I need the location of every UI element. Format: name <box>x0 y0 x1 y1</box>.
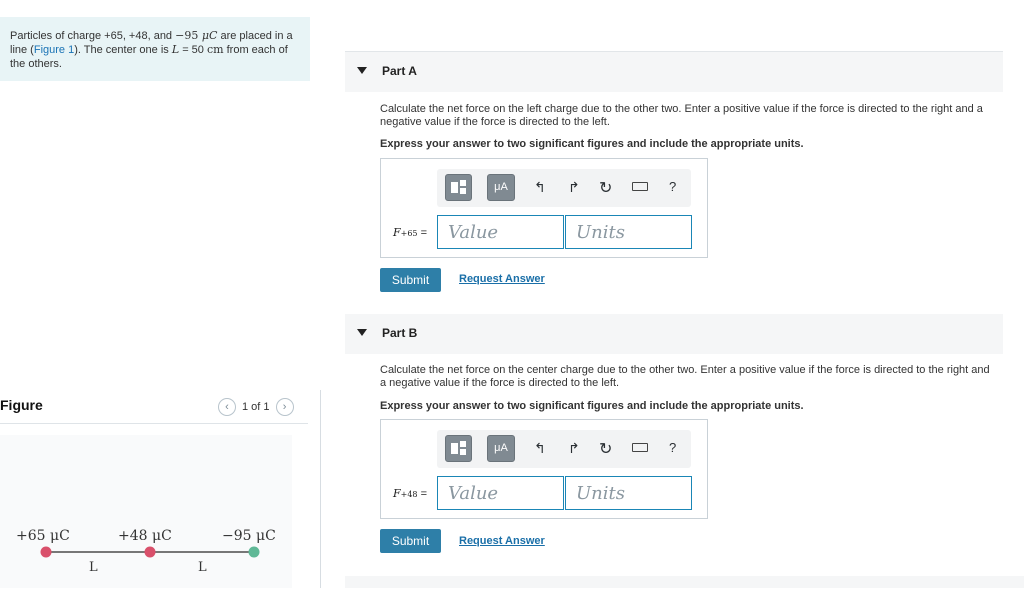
value-input[interactable]: Value <box>437 215 564 249</box>
label-L1: L <box>89 560 98 575</box>
units-input[interactable]: Units <box>565 476 692 510</box>
part-a-instruction: Express your answer to two significant f… <box>380 138 804 150</box>
part-a-request-answer-link[interactable]: Request Answer <box>459 273 545 285</box>
part-b-header[interactable]: Part B <box>345 314 1003 354</box>
value-input[interactable]: Value <box>437 476 564 510</box>
templates-icon[interactable] <box>445 435 472 462</box>
figure-title: Figure <box>0 397 43 413</box>
figure-pager: ‹ 1 of 1 › <box>218 397 294 417</box>
part-a-header[interactable]: Part A <box>345 52 1003 92</box>
redo-icon[interactable]: ↱ <box>568 179 580 196</box>
help-icon[interactable]: ? <box>669 179 676 194</box>
part-b-request-answer-link[interactable]: Request Answer <box>459 535 545 547</box>
collapse-triangle-icon[interactable] <box>357 329 367 336</box>
part-b-question: Calculate the net force on the center ch… <box>380 364 990 389</box>
figure-page-count: 1 of 1 <box>242 401 270 413</box>
math-toolbar: μA ↰ ↱ ↻ ? <box>437 169 691 207</box>
charge-diagram: +65 μC +48 μC −95 μC L L <box>16 528 276 575</box>
part-b-title: Part B <box>382 326 418 340</box>
units-icon[interactable]: μA <box>487 174 515 201</box>
keyboard-icon[interactable] <box>632 443 648 452</box>
undo-icon[interactable]: ↰ <box>534 179 546 196</box>
math-toolbar: μA ↰ ↱ ↻ ? <box>437 430 691 468</box>
charge-center <box>144 546 156 558</box>
part-a-answer-box: μA ↰ ↱ ↻ ? F+65 = Value Units <box>380 158 708 258</box>
chevron-right-icon[interactable]: › <box>275 398 294 416</box>
reset-icon[interactable]: ↻ <box>599 178 612 198</box>
collapse-triangle-icon[interactable] <box>357 67 367 74</box>
figure-divider <box>0 423 308 424</box>
chevron-left-icon[interactable]: ‹ <box>218 398 236 416</box>
part-b-variable: F+48 = <box>393 487 428 500</box>
templates-icon[interactable] <box>445 174 472 201</box>
part-a-title: Part A <box>382 64 417 78</box>
problem-statement: Particles of charge +65, +48, and −95 μC… <box>0 17 310 81</box>
part-b-submit-button[interactable]: Submit <box>380 529 441 553</box>
label-q2: +48 μC <box>118 528 172 544</box>
part-a-question: Calculate the net force on the left char… <box>380 103 983 128</box>
reset-icon[interactable]: ↻ <box>599 439 612 459</box>
charge-right <box>248 546 260 558</box>
next-part-header <box>345 576 1024 588</box>
units-icon[interactable]: μA <box>487 435 515 462</box>
undo-icon[interactable]: ↰ <box>534 440 546 457</box>
part-a-submit-button[interactable]: Submit <box>380 268 441 292</box>
label-q1: +65 μC <box>16 528 70 544</box>
units-input[interactable]: Units <box>565 215 692 249</box>
charge-left <box>40 546 52 558</box>
redo-icon[interactable]: ↱ <box>568 440 580 457</box>
panel-divider <box>320 390 321 588</box>
part-b-instruction: Express your answer to two significant f… <box>380 400 804 412</box>
label-q3: −95 μC <box>222 528 276 544</box>
figure-image: +65 μC +48 μC −95 μC L L <box>0 435 292 588</box>
label-L2: L <box>198 560 207 575</box>
figure-link[interactable]: Figure 1 <box>34 44 74 56</box>
part-b-answer-box: μA ↰ ↱ ↻ ? F+48 = Value Units <box>380 419 708 519</box>
keyboard-icon[interactable] <box>632 182 648 191</box>
help-icon[interactable]: ? <box>669 440 676 455</box>
part-a-variable: F+65 = <box>393 226 428 239</box>
